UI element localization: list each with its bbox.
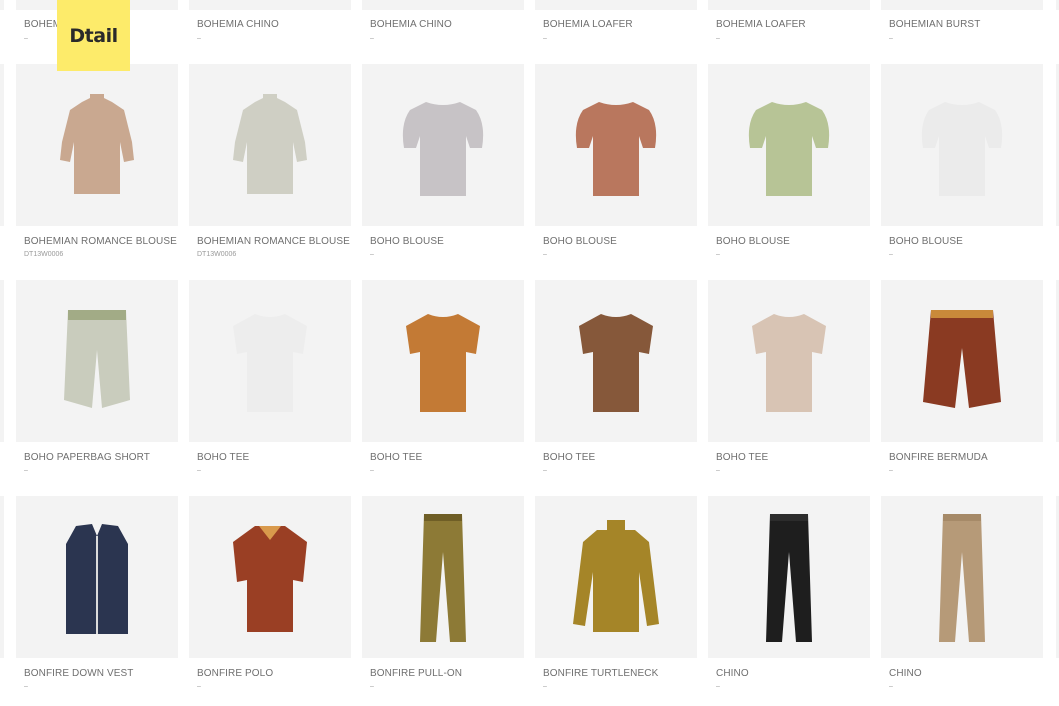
product-name[interactable]: BOHO TEE <box>716 452 768 463</box>
product-image[interactable] <box>362 64 524 226</box>
product-image[interactable] <box>189 64 351 226</box>
product-image[interactable] <box>708 64 870 226</box>
product-code: – <box>197 35 201 42</box>
product-code: – <box>716 683 720 690</box>
product-name[interactable]: BOHO BLOUSE <box>370 236 444 247</box>
puff-sleeve-top-icon <box>748 102 830 196</box>
turtleneck-icon <box>573 520 659 632</box>
product-name[interactable]: BONFIRE PULL-ON <box>370 668 462 679</box>
grid-edge-left <box>0 64 4 226</box>
product-name[interactable]: BOHO TEE <box>370 452 422 463</box>
product-name[interactable]: BOHO TEE <box>197 452 249 463</box>
product-code: – <box>370 467 374 474</box>
tee-icon <box>233 314 307 412</box>
product-image[interactable] <box>881 64 1043 226</box>
logo-text: Dtail <box>69 24 118 47</box>
product-name[interactable]: BONFIRE DOWN VEST <box>24 668 133 679</box>
product-image[interactable] <box>362 280 524 442</box>
product-code: – <box>889 35 893 42</box>
puff-sleeve-top-icon <box>402 102 484 196</box>
tee-icon <box>579 314 653 412</box>
product-name[interactable]: BOHO TEE <box>543 452 595 463</box>
product-name[interactable]: BOHEMIAN ROMANCE BLOUSE <box>197 236 350 247</box>
product-code: – <box>24 683 28 690</box>
product-image[interactable] <box>708 0 870 10</box>
product-name[interactable]: BOHO BLOUSE <box>889 236 963 247</box>
product-image[interactable] <box>708 280 870 442</box>
product-image[interactable] <box>535 280 697 442</box>
product-name[interactable]: BOHEMIA CHINO <box>197 19 279 30</box>
bermuda-shorts-icon <box>923 310 1001 408</box>
product-code: – <box>24 35 28 42</box>
product-name[interactable]: BOHO PAPERBAG SHORT <box>24 452 150 463</box>
product-name[interactable]: CHINO <box>716 668 749 679</box>
product-image[interactable] <box>16 64 178 226</box>
product-code: – <box>889 251 893 258</box>
grid-edge-left <box>0 0 4 10</box>
product-image[interactable] <box>535 496 697 658</box>
product-name[interactable]: BOHO BLOUSE <box>543 236 617 247</box>
puff-sleeve-top-icon <box>921 102 1003 196</box>
product-image[interactable] <box>535 0 697 10</box>
product-name[interactable]: BOHEMIAN ROMANCE BLOUSE <box>24 236 177 247</box>
product-code: – <box>716 467 720 474</box>
product-name[interactable]: BOHO BLOUSE <box>716 236 790 247</box>
pants-icon <box>766 514 812 642</box>
product-image[interactable] <box>881 280 1043 442</box>
product-image[interactable] <box>708 496 870 658</box>
tee-icon <box>406 314 480 412</box>
product-image[interactable] <box>535 64 697 226</box>
product-code: – <box>370 35 374 42</box>
product-name[interactable]: BONFIRE POLO <box>197 668 273 679</box>
shorts-icon <box>64 310 130 408</box>
product-code: – <box>543 251 547 258</box>
tee-icon <box>752 314 826 412</box>
product-code: – <box>24 467 28 474</box>
product-code: – <box>370 251 374 258</box>
product-name[interactable]: BOHEMIA LOAFER <box>716 19 806 30</box>
product-code: – <box>197 683 201 690</box>
product-image[interactable] <box>881 0 1043 10</box>
product-code: – <box>889 467 893 474</box>
product-code: – <box>543 467 547 474</box>
grid-edge-left <box>0 496 4 658</box>
product-name[interactable]: CHINO <box>889 668 922 679</box>
brand-logo[interactable]: Dtail <box>57 0 130 71</box>
product-image[interactable] <box>189 496 351 658</box>
blouse-icon <box>233 94 307 194</box>
product-code: DT13W0006 <box>24 251 64 258</box>
product-code: – <box>543 35 547 42</box>
product-name[interactable]: BOHEMIAN BURST <box>889 19 980 30</box>
blouse-icon <box>60 94 134 194</box>
polo-icon <box>233 526 307 632</box>
product-name[interactable]: BOHEMIA CHINO <box>370 19 452 30</box>
product-name[interactable]: BONFIRE TURTLENECK <box>543 668 658 679</box>
product-image[interactable] <box>16 496 178 658</box>
product-code: – <box>716 35 720 42</box>
product-name[interactable]: BOHEMIA LOAFER <box>543 19 633 30</box>
product-image[interactable] <box>881 496 1043 658</box>
pants-icon <box>939 514 985 642</box>
product-image[interactable] <box>362 0 524 10</box>
product-code: – <box>716 251 720 258</box>
product-code: – <box>889 683 893 690</box>
vest-icon <box>66 524 128 634</box>
product-code: DT13W0006 <box>197 251 237 258</box>
puff-sleeve-top-icon <box>575 102 657 196</box>
grid-edge-left <box>0 280 4 442</box>
product-image[interactable] <box>189 0 351 10</box>
product-image[interactable] <box>362 496 524 658</box>
product-image[interactable] <box>189 280 351 442</box>
product-code: – <box>543 683 547 690</box>
product-code: – <box>197 467 201 474</box>
product-name[interactable]: BONFIRE BERMUDA <box>889 452 988 463</box>
product-image[interactable] <box>16 280 178 442</box>
product-code: – <box>370 683 374 690</box>
pants-icon <box>420 514 466 642</box>
